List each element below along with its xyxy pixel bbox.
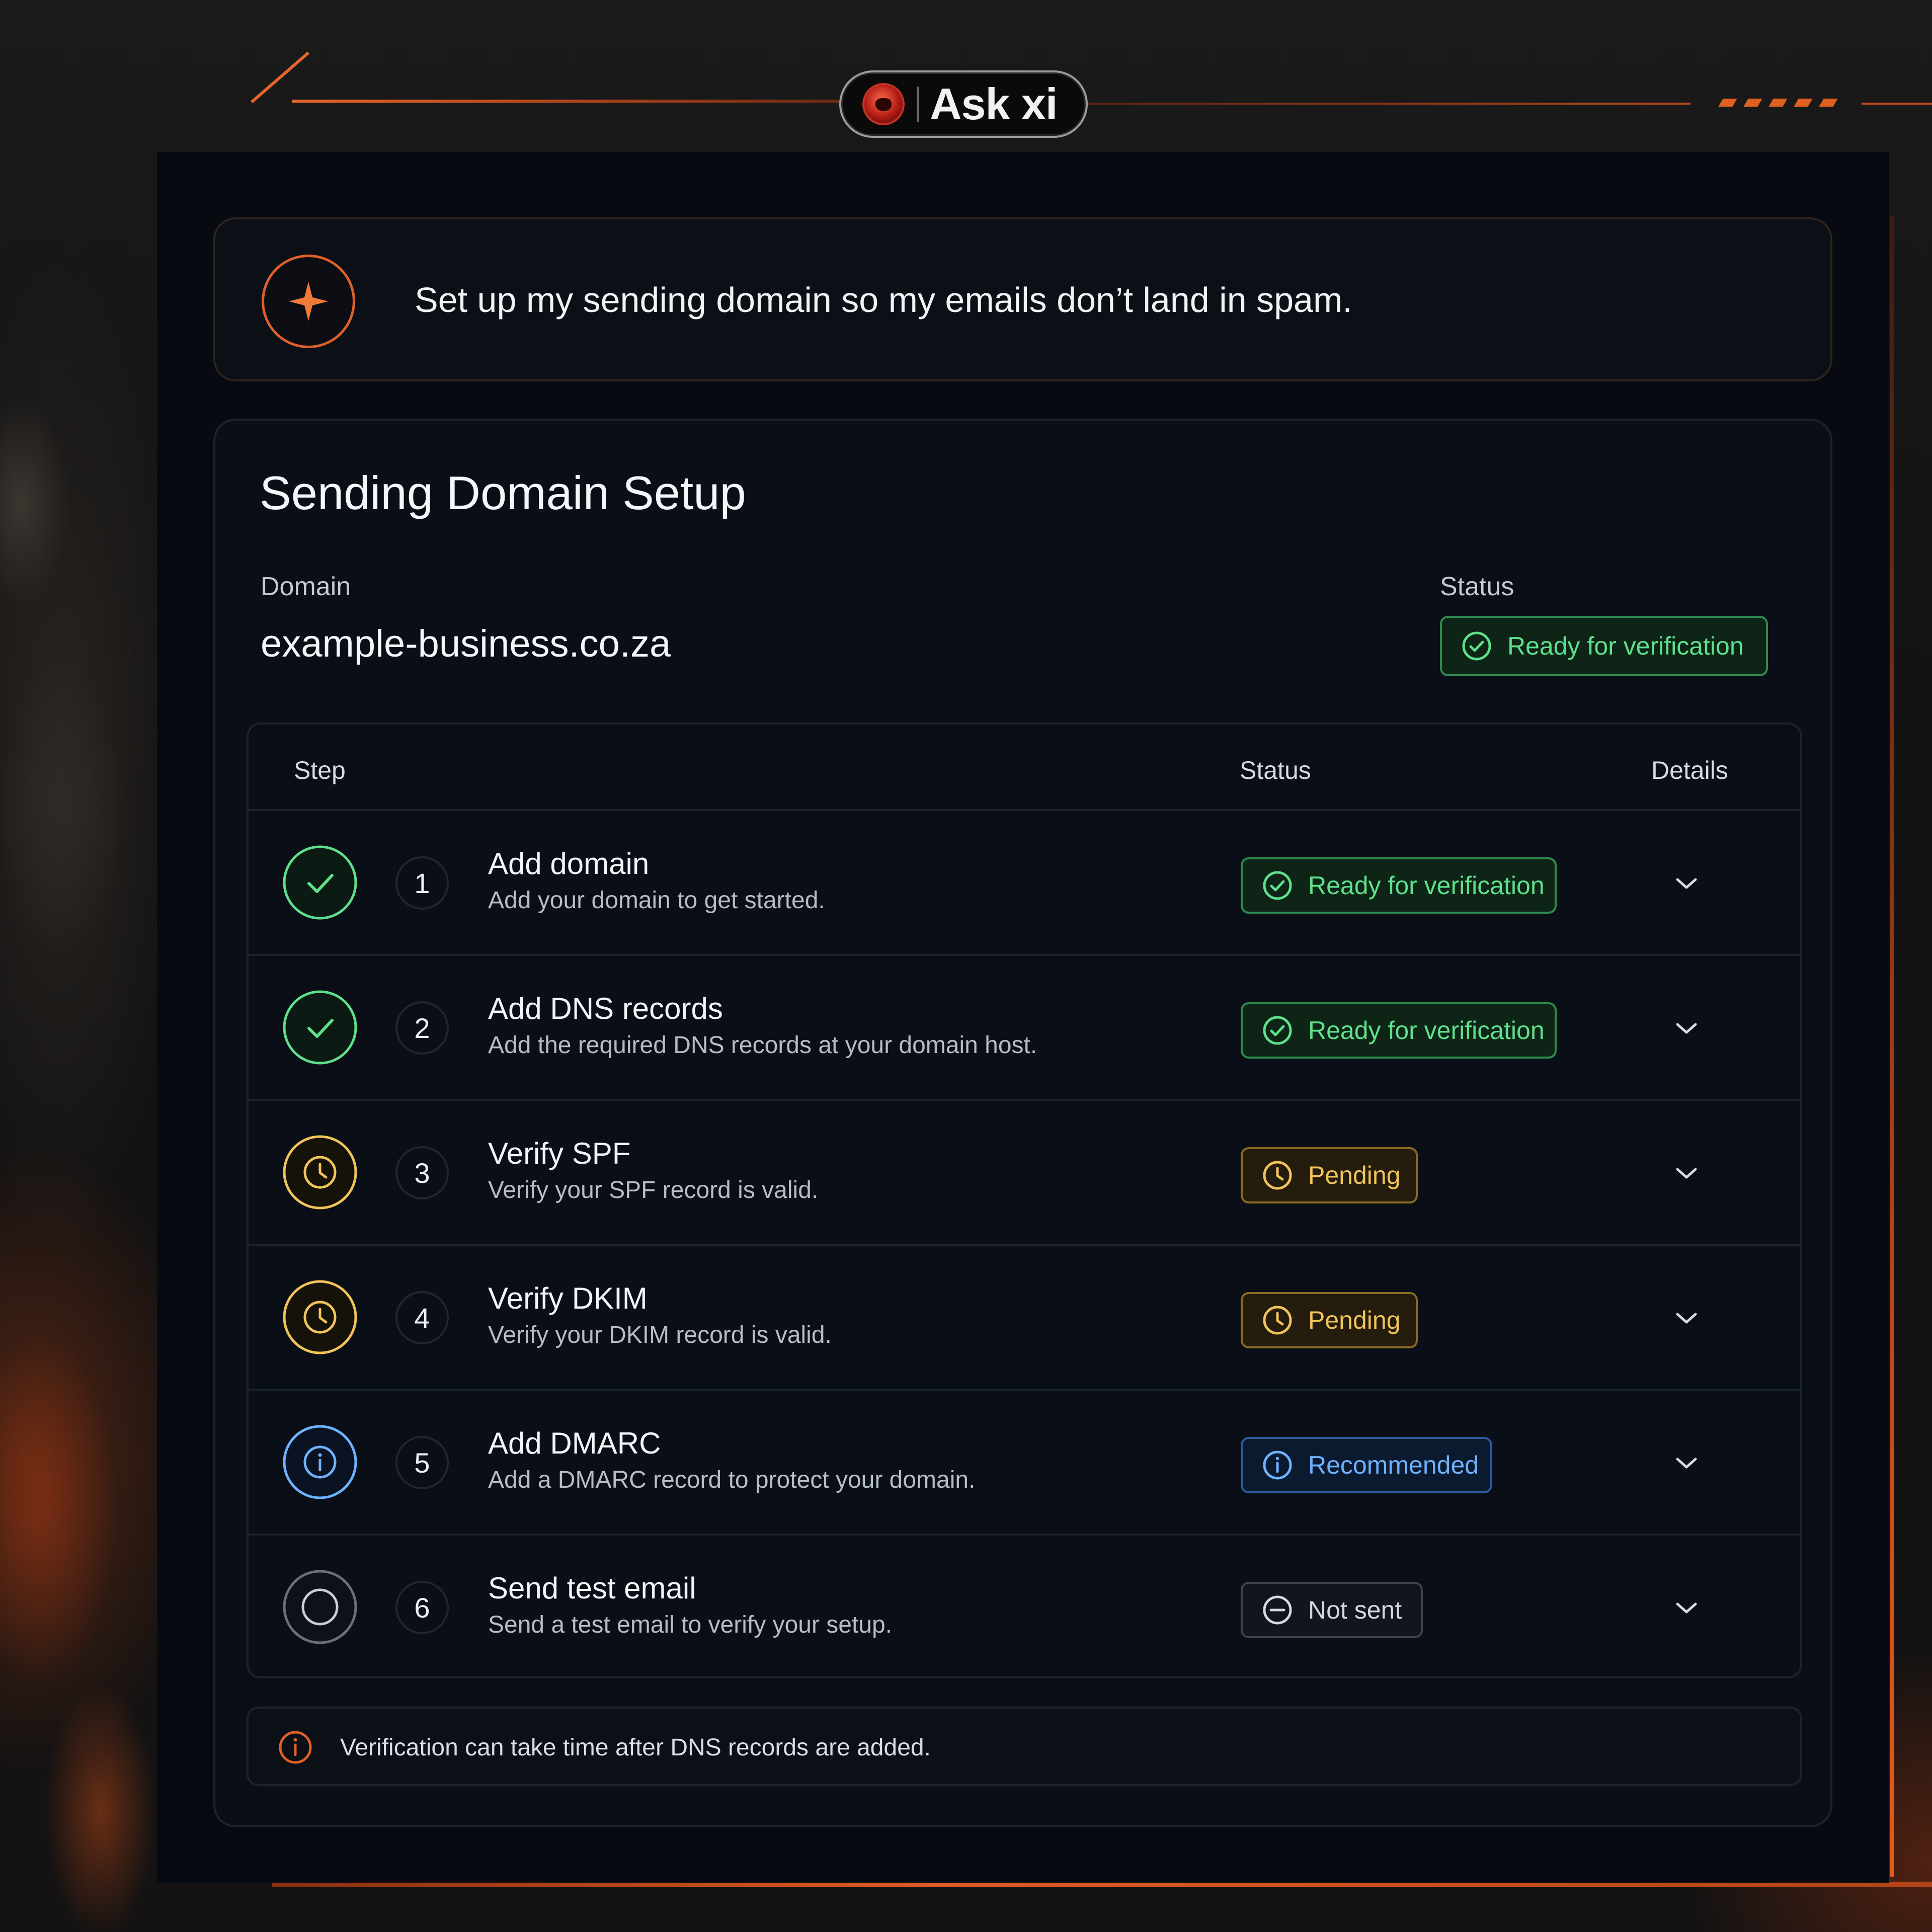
- chevron-down-icon[interactable]: [1672, 1453, 1701, 1473]
- brand-name: Ask xi: [930, 79, 1058, 129]
- setup-card: Sending Domain Setup Domain example-busi…: [213, 419, 1832, 1827]
- status-badge-label: Pending: [1308, 1161, 1401, 1189]
- status-badge: Ready for verification: [1241, 1002, 1557, 1059]
- main-panel: Set up my sending domain so my emails do…: [157, 152, 1889, 1883]
- frame-corner: [251, 51, 310, 104]
- column-details: Details: [1651, 756, 1728, 784]
- info-note: Verification can take time after DNS rec…: [247, 1707, 1802, 1786]
- page-title: Sending Domain Setup: [260, 466, 746, 519]
- table-row[interactable]: 2 Add DNS records Add the required DNS rec…: [249, 956, 1800, 1101]
- check-circle-icon: [282, 989, 358, 1066]
- status-badge: Ready for verification: [1440, 616, 1768, 676]
- status-badge-label: Recommended: [1308, 1451, 1479, 1479]
- chevron-down-icon[interactable]: [1672, 1308, 1701, 1328]
- table-row[interactable]: 4 Verify DKIM Verify your DKIM record is v…: [249, 1246, 1800, 1391]
- clock-icon: [1263, 1161, 1292, 1190]
- status-badge-label: Not sent: [1308, 1596, 1402, 1624]
- frame-line: [1862, 103, 1932, 105]
- table-row[interactable]: 5 Add DMARC Add a DMARC record to protect …: [249, 1391, 1800, 1536]
- step-number: 5: [395, 1436, 449, 1489]
- clock-icon: [282, 1134, 358, 1211]
- table-header: Step Status Details: [249, 725, 1800, 811]
- status-badge: Pending: [1241, 1147, 1418, 1203]
- sparkle-icon: [262, 255, 355, 348]
- note-text: Verification can take time after DNS rec…: [340, 1734, 931, 1761]
- chevron-down-icon[interactable]: [1672, 873, 1701, 894]
- info-icon: [282, 1424, 358, 1500]
- status-badge-label: Ready for verification: [1308, 1016, 1545, 1044]
- table-row[interactable]: 3 Verify SPF Verify your SPF record is val…: [249, 1101, 1800, 1246]
- empty-circle-icon: [282, 1569, 358, 1645]
- xi-logo-icon: [862, 83, 905, 125]
- step-title: Add domain: [488, 847, 650, 880]
- check-circle-icon: [1263, 1016, 1292, 1045]
- step-description: Add a DMARC record to protect your domai…: [488, 1467, 976, 1493]
- chevron-down-icon[interactable]: [1672, 1598, 1701, 1618]
- status-label: Status: [1440, 572, 1514, 601]
- check-circle-icon: [1462, 631, 1491, 661]
- frame-line: [1087, 103, 1691, 105]
- column-step: Step: [294, 756, 346, 784]
- frame-line: [292, 100, 840, 103]
- step-number: 2: [395, 1001, 449, 1055]
- step-title: Send test email: [488, 1571, 696, 1605]
- info-icon: [279, 1731, 312, 1764]
- background-rock: [0, 151, 157, 1932]
- step-title: Verify SPF: [488, 1137, 631, 1170]
- check-circle-icon: [282, 844, 358, 921]
- step-description: Verify your DKIM record is valid.: [488, 1322, 832, 1348]
- empty-circle-icon: [1263, 1595, 1292, 1625]
- step-number: 3: [395, 1146, 449, 1199]
- step-number: 4: [395, 1291, 449, 1344]
- frame-edge: [1890, 216, 1894, 1877]
- divider: [917, 87, 919, 122]
- ask-xi-button[interactable]: Ask xi: [839, 70, 1088, 138]
- domain-value: example-business.co.za: [261, 622, 671, 665]
- check-circle-icon: [1263, 871, 1292, 900]
- step-description: Verify your SPF record is valid.: [488, 1177, 819, 1203]
- chevron-down-icon[interactable]: [1672, 1163, 1701, 1183]
- prompt-text: Set up my sending domain so my emails do…: [415, 280, 1352, 319]
- step-title: Add DMARC: [488, 1426, 661, 1460]
- chevron-down-icon[interactable]: [1672, 1018, 1701, 1038]
- step-description: Send a test email to verify your setup.: [488, 1612, 893, 1638]
- frame-dashes: [1718, 99, 1838, 107]
- step-number: 6: [395, 1581, 449, 1634]
- steps-table: Step Status Details 1 Add domain Add your …: [247, 722, 1802, 1678]
- status-badge-label: Pending: [1308, 1306, 1401, 1334]
- step-description: Add your domain to get started.: [488, 887, 825, 914]
- clock-icon: [282, 1279, 358, 1355]
- step-title: Add DNS records: [488, 992, 723, 1025]
- step-title: Verify DKIM: [488, 1281, 648, 1315]
- prompt-card: Set up my sending domain so my emails do…: [213, 217, 1832, 381]
- column-status: Status: [1240, 756, 1311, 784]
- status-badge-label: Ready for verification: [1507, 632, 1744, 660]
- info-icon: [1263, 1451, 1292, 1480]
- step-number: 1: [395, 856, 449, 910]
- status-badge: Ready for verification: [1241, 857, 1557, 914]
- status-badge-label: Ready for verification: [1308, 871, 1545, 900]
- table-row[interactable]: 1 Add domain Add your domain to get starte…: [249, 811, 1800, 956]
- status-badge: Recommended: [1241, 1437, 1492, 1493]
- status-badge: Not sent: [1241, 1582, 1423, 1638]
- status-badge: Pending: [1241, 1292, 1418, 1348]
- table-row[interactable]: 6 Send test email Send a test email to ver…: [249, 1536, 1800, 1676]
- clock-icon: [1263, 1306, 1292, 1335]
- domain-label: Domain: [261, 572, 351, 601]
- step-description: Add the required DNS records at your dom…: [488, 1032, 1037, 1059]
